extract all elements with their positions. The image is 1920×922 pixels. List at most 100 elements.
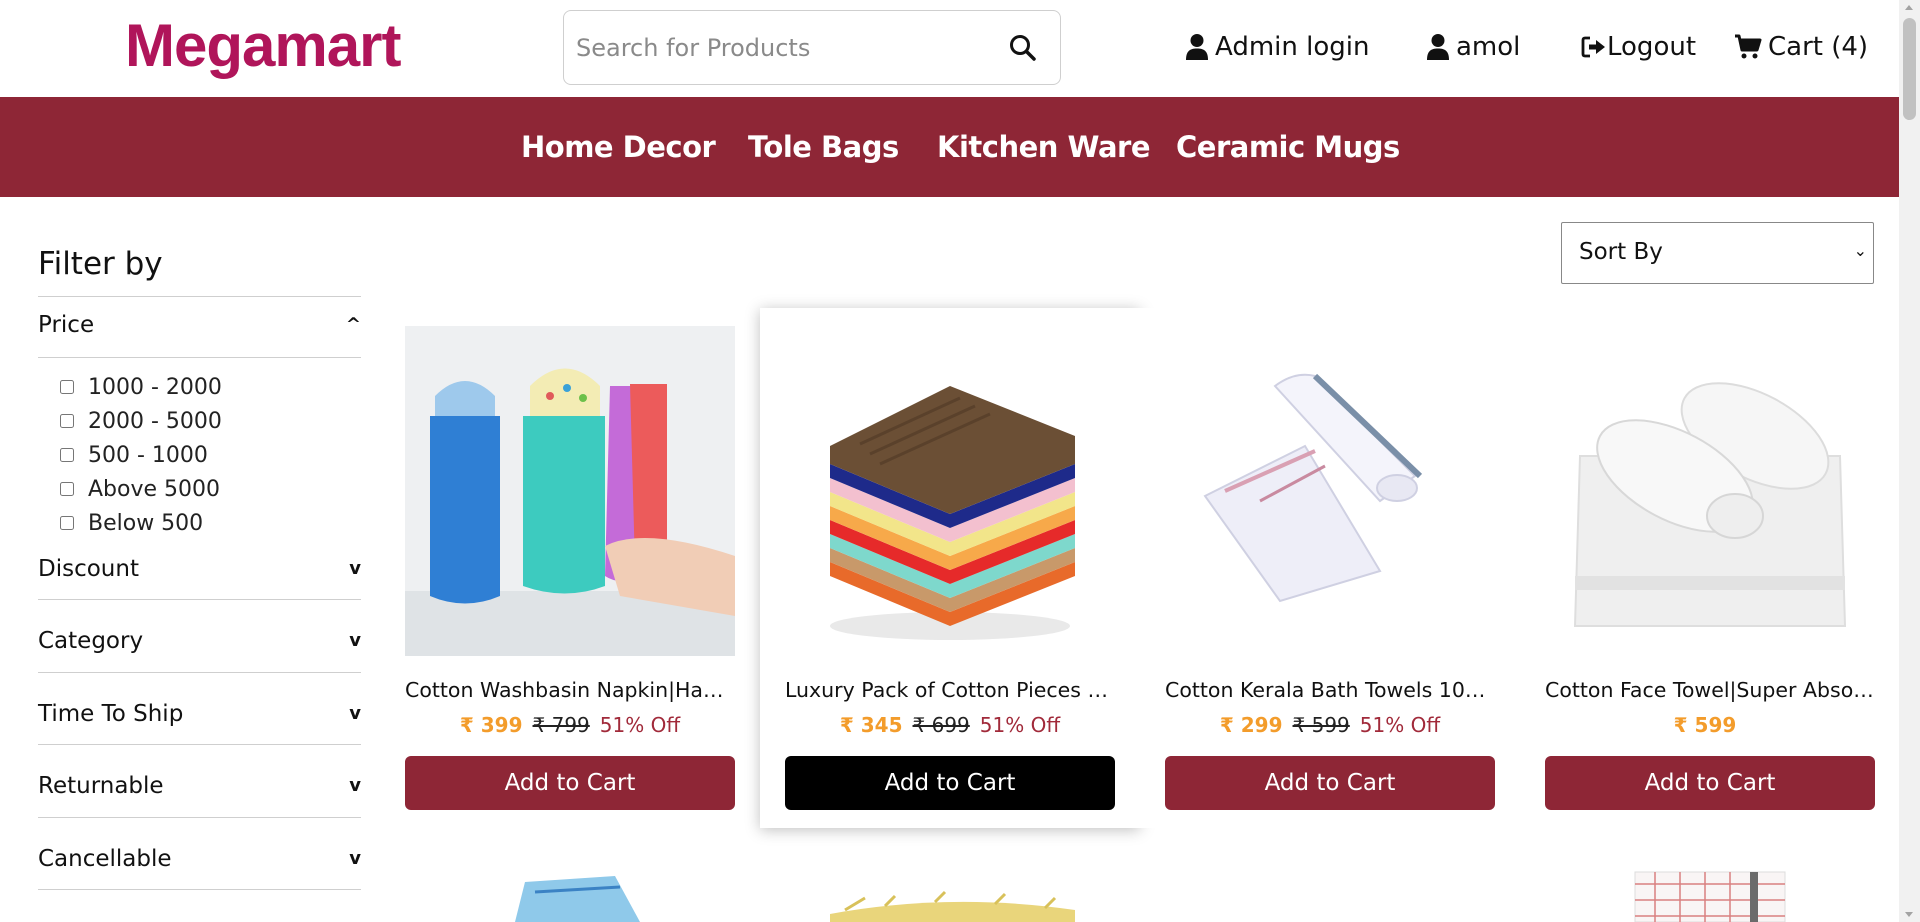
chevron-down-icon: v	[349, 630, 361, 651]
logout-label: Logout	[1607, 32, 1697, 62]
product-prices: ₹ 399 ₹ 799 51% Off	[380, 713, 760, 737]
divider	[38, 672, 361, 673]
filter-section-label: Returnable	[38, 773, 164, 799]
category-tole-bags[interactable]: Tole Bags	[748, 97, 899, 197]
user-icon	[1186, 34, 1208, 60]
admin-login-label: Admin login	[1215, 32, 1370, 62]
scroll-up-arrow[interactable]	[1905, 5, 1913, 10]
chevron-down-icon: ⌄	[1853, 241, 1867, 260]
filter-price-label: Price	[38, 312, 95, 338]
product-name[interactable]: Cotton Kerala Bath Towels 100 ...	[1165, 678, 1495, 702]
filter-title: Filter by	[38, 246, 163, 282]
filter-section-label: Cancellable	[38, 846, 172, 872]
product-card[interactable]: Cotton Face Towel|Super Absor... ₹ 599 A…	[1520, 308, 1900, 828]
price-option-label: 500 - 1000	[88, 442, 208, 468]
cart-label: Cart (4)	[1768, 32, 1869, 62]
product-card[interactable]: Cotton Washbasin Napkin|Han... ₹ 399 ₹ 79…	[380, 308, 760, 828]
search-input[interactable]	[576, 29, 996, 67]
product-image[interactable]	[1165, 326, 1495, 656]
logout-link[interactable]: Logout	[1581, 26, 1696, 68]
filter-category-header[interactable]: Category v	[38, 628, 361, 662]
product-discount: 51% Off	[979, 713, 1061, 737]
price-option-500-1000[interactable]: 500 - 1000	[60, 440, 208, 470]
product-image[interactable]	[785, 326, 1115, 656]
search-box	[563, 10, 1061, 85]
filter-section-label: Discount	[38, 556, 139, 582]
price-option-2000-5000[interactable]: 2000 - 5000	[60, 406, 222, 436]
product-discount: 51% Off	[1359, 713, 1441, 737]
chevron-down-icon: v	[349, 558, 361, 579]
product-image[interactable]	[405, 862, 735, 922]
divider	[38, 296, 361, 297]
add-to-cart-button[interactable]: Add to Cart	[405, 756, 735, 810]
filter-discount-header[interactable]: Discount v	[38, 556, 361, 590]
brand-logo[interactable]: Megamart	[125, 6, 401, 86]
price-option-label: Above 5000	[88, 476, 221, 502]
product-price: ₹ 599	[1673, 713, 1737, 737]
price-option-above-5000[interactable]: Above 5000	[60, 474, 220, 504]
username-label: amol	[1456, 32, 1521, 62]
sort-select[interactable]: Sort By ⌄	[1561, 222, 1874, 284]
product-price: ₹ 345	[839, 713, 903, 737]
cart-icon	[1735, 34, 1762, 59]
product-name[interactable]: Cotton Face Towel|Super Absor...	[1545, 678, 1875, 702]
scrollbar-thumb[interactable]	[1903, 18, 1916, 120]
user-account-link[interactable]: amol	[1426, 26, 1520, 68]
price-option-below-500[interactable]: Below 500	[60, 508, 203, 538]
chevron-down-icon: v	[349, 703, 361, 724]
add-to-cart-button[interactable]: Add to Cart	[1545, 756, 1875, 810]
category-home-decor[interactable]: Home Decor	[521, 97, 716, 197]
user-icon	[1427, 34, 1449, 60]
filter-time-to-ship-header[interactable]: Time To Ship v	[38, 701, 361, 735]
filter-cancellable-header[interactable]: Cancellable v	[38, 846, 361, 880]
product-prices: ₹ 345 ₹ 699 51% Off	[760, 713, 1140, 737]
product-image[interactable]	[1545, 326, 1875, 656]
price-checkbox[interactable]	[60, 414, 74, 428]
price-checkbox[interactable]	[60, 448, 74, 462]
filter-price-header[interactable]: Price ^	[38, 312, 361, 346]
product-name[interactable]: Cotton Washbasin Napkin|Han...	[405, 678, 735, 702]
category-kitchen-ware[interactable]: Kitchen Ware	[937, 97, 1151, 197]
product-price: ₹ 399	[459, 713, 523, 737]
add-to-cart-button[interactable]: Add to Cart	[785, 756, 1115, 810]
divider	[38, 889, 361, 890]
admin-login-link[interactable]: Admin login	[1185, 26, 1369, 68]
filter-returnable-header[interactable]: Returnable v	[38, 773, 361, 807]
product-prices: ₹ 599	[1520, 713, 1900, 737]
product-price: ₹ 299	[1219, 713, 1283, 737]
add-to-cart-button[interactable]: Add to Cart	[1165, 756, 1495, 810]
search-icon[interactable]	[1008, 33, 1038, 63]
chevron-down-icon: v	[349, 848, 361, 869]
filter-section-label: Category	[38, 628, 144, 654]
price-checkbox[interactable]	[60, 482, 74, 496]
filter-section-label: Time To Ship	[38, 701, 184, 727]
chevron-down-icon: v	[349, 775, 361, 796]
product-prices: ₹ 299 ₹ 599 51% Off	[1140, 713, 1520, 737]
product-image[interactable]	[785, 862, 1115, 922]
logout-icon	[1581, 36, 1605, 58]
price-checkbox[interactable]	[60, 380, 74, 394]
product-mrp: ₹ 599	[1292, 713, 1350, 737]
category-ceramic-mugs[interactable]: Ceramic Mugs	[1176, 97, 1400, 197]
scroll-down-arrow[interactable]	[1905, 912, 1913, 917]
price-checkbox[interactable]	[60, 516, 74, 530]
product-image[interactable]	[405, 326, 735, 656]
divider	[38, 744, 361, 745]
divider	[38, 817, 361, 818]
divider	[38, 357, 361, 358]
product-mrp: ₹ 799	[532, 713, 590, 737]
product-discount: 51% Off	[599, 713, 681, 737]
page-scrollbar[interactable]	[1899, 0, 1920, 922]
product-card[interactable]: Luxury Pack of Cotton Pieces Fa... ₹ 345…	[760, 308, 1140, 828]
product-card[interactable]: Cotton Kerala Bath Towels 100 ... ₹ 299 ₹…	[1140, 308, 1520, 828]
sort-label: Sort By	[1579, 239, 1663, 265]
product-name[interactable]: Luxury Pack of Cotton Pieces Fa...	[785, 678, 1115, 702]
price-option-label: 1000 - 2000	[88, 374, 222, 400]
price-option-1000-2000[interactable]: 1000 - 2000	[60, 372, 222, 402]
cart-link[interactable]: Cart (4)	[1734, 26, 1868, 68]
top-header: Megamart Admin login amol Logout	[0, 0, 1899, 97]
product-image[interactable]	[1545, 862, 1875, 922]
price-option-label: Below 500	[88, 510, 204, 536]
product-mrp: ₹ 699	[912, 713, 970, 737]
price-option-label: 2000 - 5000	[88, 408, 222, 434]
